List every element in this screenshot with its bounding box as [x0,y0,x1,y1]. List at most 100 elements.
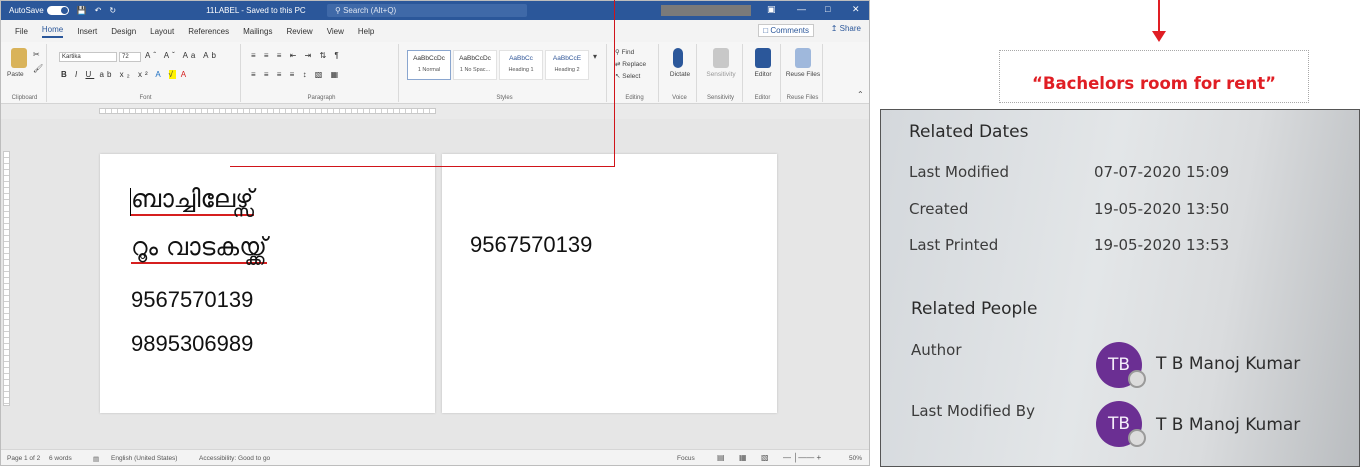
style-heading1[interactable]: AaBbCc Heading 1 [499,50,543,80]
font-size-controls[interactable]: Aˆ Aˇ Aa Ab [145,51,219,60]
page-1[interactable]: ബാച്ചിലേഴ്സ് റൂം വാടകയ്ക്ക് 9567570139 9… [100,154,435,413]
style-no-spacing[interactable]: AaBbCcDc 1 No Spac... [453,50,497,80]
paste-button[interactable]: Paste [7,71,24,78]
replace-label: Replace [622,61,647,68]
vertical-ruler[interactable] [3,151,10,406]
format-painter-icon[interactable]: 🖌 [33,64,43,73]
autosave-toggle[interactable] [46,6,69,15]
menu-view[interactable]: View [327,27,344,36]
style-heading1-name: Heading 1 [508,67,534,73]
proofing-icon[interactable]: ▤ [93,455,99,463]
page2-phone-number: 9567570139 [470,232,593,257]
editing-group: ⚲ Find ⇄ Replace ↖ Select Editing [611,44,659,102]
search-placeholder: Search (Alt+Q) [343,6,397,15]
menu-design[interactable]: Design [111,27,136,36]
focus-button[interactable]: Focus [677,455,695,462]
collapse-ribbon-icon[interactable]: ⌃ [857,90,864,99]
find-button[interactable]: ⚲ Find [615,48,634,56]
dictate-button[interactable]: Dictate [665,71,695,78]
menu-insert[interactable]: Insert [77,27,97,36]
replace-icon: ⇄ [615,61,621,68]
zoom-slider[interactable]: — │—— + [783,453,821,462]
menu-layout[interactable]: Layout [150,27,174,36]
web-layout-icon[interactable]: ▧ [761,453,769,462]
malayalam-line-1: ബാച്ചിലേഴ്സ് [131,184,254,216]
comments-label: Comments [770,26,809,35]
menu-references[interactable]: References [188,27,229,36]
microphone-icon[interactable] [673,48,683,68]
account-area[interactable] [661,5,751,16]
menu-bar: File Home Insert Design Layout Reference… [1,20,869,42]
alignment-controls[interactable]: ≡ ≡ ≡ ≡ ↕ ▧ ▦ [251,70,341,79]
reuse-files-icon[interactable] [795,48,811,68]
horizontal-ruler[interactable] [1,104,869,119]
font-size-select[interactable]: 72 [119,52,141,62]
cut-icon[interactable]: ✂ [33,50,40,59]
editor-group: Editor Editor [745,44,781,102]
styles-more-icon[interactable]: ▾ [593,52,597,61]
page-2[interactable]: 9567570139 [442,154,777,413]
sensitivity-button[interactable]: Sensitivity [701,71,741,78]
clipboard-group: Paste ✂ 🖌 Clipboard [3,44,47,102]
save-icon[interactable]: 💾 [77,6,87,15]
author-name[interactable]: T B Manoj Kumar [1156,354,1300,374]
replace-button[interactable]: ⇄ Replace [615,60,646,68]
close-icon[interactable]: ✕ [852,4,860,15]
menu-home[interactable]: Home [41,25,64,38]
autosave-label: AutoSave [9,6,44,15]
editor-group-label: Editor [754,95,771,101]
minimize-icon[interactable]: — [797,4,806,14]
malayalam-text-2: റൂം വാടകയ്ക്ക് [131,232,267,264]
style-normal-preview: AaBbCcDc [413,55,445,62]
last-modified-by-name[interactable]: T B Manoj Kumar [1156,415,1300,435]
last-modified-by-presence-icon [1128,429,1146,447]
list-controls[interactable]: ≡ ≡ ≡ ⇤ ⇥ ⇅ ¶ [251,51,342,60]
accessibility-status[interactable]: Accessibility: Good to go [199,455,270,462]
phone-number-2: 9895306989 [131,331,254,356]
redo-icon[interactable]: ↻ [109,6,116,15]
related-people-heading: Related People [911,299,1038,319]
last-modified-label: Last Modified [909,163,1010,181]
clipboard-group-label: Clipboard [11,95,38,101]
voice-group-label: Voice [672,95,687,101]
undo-icon[interactable]: ↶ [95,6,102,15]
last-printed-value: 19-05-2020 13:53 [1094,236,1230,254]
search-input[interactable]: ⚲ Search (Alt+Q) [327,4,527,17]
title-bar: AutoSave 💾 ↶ ↻ 11LABEL - Saved to this P… [1,1,869,20]
font-name-select[interactable]: Kartika [59,52,117,62]
style-normal[interactable]: AaBbCcDc 1 Normal [407,50,451,80]
style-heading2[interactable]: AaBbCcE Heading 2 [545,50,589,80]
page-count[interactable]: Page 1 of 2 [7,455,40,462]
language-status[interactable]: English (United States) [111,455,177,462]
sensitivity-group-label: Sensitivity [706,95,734,101]
menu-file[interactable]: File [15,27,28,36]
font-format-controls[interactable]: B I U ab x₂ x² A √ A [61,70,189,79]
ruler-scale [99,108,436,114]
menu-help[interactable]: Help [358,27,374,36]
maximize-icon[interactable]: □ [825,4,830,14]
menu-review[interactable]: Review [286,27,312,36]
document-title[interactable]: 11LABEL - Saved to this PC [206,6,306,15]
editing-group-label: Editing [625,95,644,101]
editor-icon[interactable] [755,48,771,68]
created-label: Created [909,200,969,218]
ribbon-display-icon[interactable]: ▣ [767,4,776,15]
find-label: Find [621,49,635,56]
editor-button[interactable]: Editor [747,71,779,78]
share-button[interactable]: ↥ Share [831,24,861,33]
print-layout-icon[interactable]: ▦ [739,453,747,462]
select-button[interactable]: ↖ Select [615,72,640,80]
annotation-arrow-head [1152,31,1166,42]
sensitivity-icon[interactable] [713,48,729,68]
author-presence-icon [1128,370,1146,388]
paste-icon[interactable] [11,48,27,68]
zoom-level[interactable]: 50% [849,455,862,462]
word-count[interactable]: 6 words [49,455,72,462]
voice-group: Dictate Voice [663,44,697,102]
style-normal-name: 1 Normal [417,67,441,73]
document-canvas[interactable]: ബാച്ചിലേഴ്സ് റൂം വാടകയ്ക്ക് 9567570139 9… [1,119,869,449]
read-mode-icon[interactable]: ▤ [717,453,725,462]
menu-mailings[interactable]: Mailings [243,27,272,36]
comments-button[interactable]: □ Comments [758,24,814,37]
reuse-files-button[interactable]: Reuse Files [785,71,821,78]
